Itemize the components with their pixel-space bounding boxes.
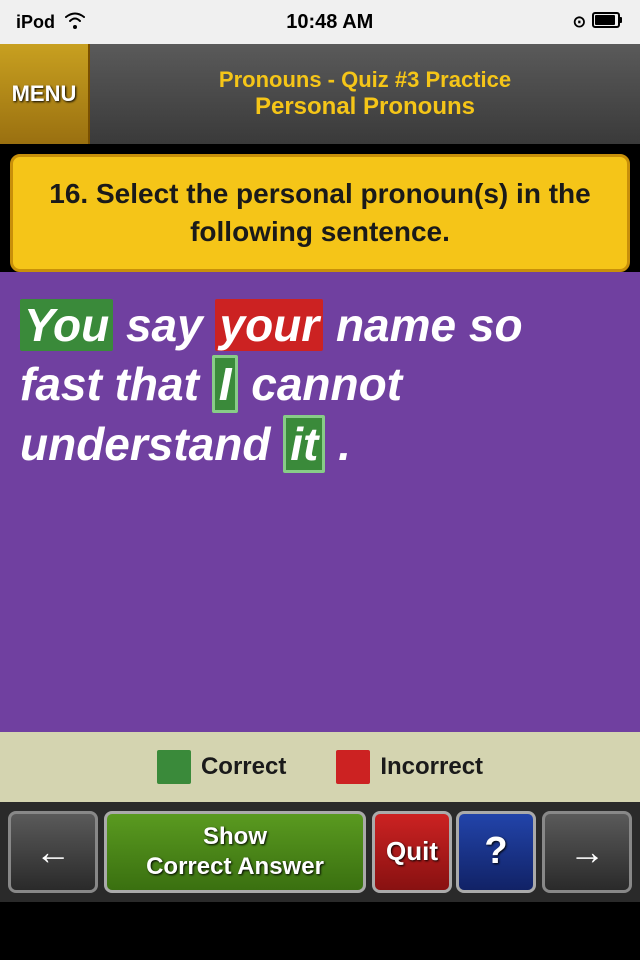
bottom-bar: ← ShowCorrect Answer Quit ? → [0,802,640,902]
battery-icon [592,11,624,34]
device-label: iPod [16,12,55,33]
word-i[interactable]: I [212,355,239,413]
incorrect-label: Incorrect [380,753,483,781]
header-title-line2: Personal Pronouns [255,93,475,121]
menu-button[interactable]: MENU [0,44,90,144]
word-it[interactable]: it [283,415,325,473]
prev-arrow: ← [35,831,71,873]
status-right: ⊙ [573,11,624,34]
correct-label: Correct [201,753,286,781]
sentence-content: You say your name sofast that I cannotun… [20,296,620,475]
legend-incorrect: Incorrect [336,750,483,784]
word-you[interactable]: You [20,299,113,351]
correct-box [157,750,191,784]
sentence-area: You say your name sofast that I cannotun… [0,272,640,732]
incorrect-box [336,750,370,784]
quit-label: Quit [386,836,438,867]
help-button[interactable]: ? [456,811,536,893]
wifi-icon [63,11,87,34]
status-left: iPod [16,11,87,34]
legend: Correct Incorrect [0,732,640,802]
status-bar: iPod 10:48 AM ⊙ [0,0,640,44]
show-correct-label: ShowCorrect Answer [146,822,324,882]
menu-label: MENU [12,81,77,107]
prev-button[interactable]: ← [8,811,98,893]
word-period: . [338,418,351,470]
header-title-line1: Pronouns - Quiz #3 Practice [219,67,511,93]
question-box: 16. Select the personal pronoun(s) in th… [10,154,630,272]
show-correct-button[interactable]: ShowCorrect Answer [104,811,366,893]
app-header: MENU Pronouns - Quiz #3 Practice Persona… [0,44,640,144]
word-say: say [126,299,216,351]
question-text: 16. Select the personal pronoun(s) in th… [49,178,590,247]
status-time: 10:48 AM [286,11,373,34]
next-arrow: → [569,831,605,873]
help-label: ? [484,830,507,873]
legend-correct: Correct [157,750,286,784]
header-title: Pronouns - Quiz #3 Practice Personal Pro… [90,67,640,121]
quit-help-group: Quit ? [372,811,536,893]
next-button[interactable]: → [542,811,632,893]
word-your[interactable]: your [215,299,323,351]
quit-button[interactable]: Quit [372,811,452,893]
clock-icon: ⊙ [573,12,586,32]
